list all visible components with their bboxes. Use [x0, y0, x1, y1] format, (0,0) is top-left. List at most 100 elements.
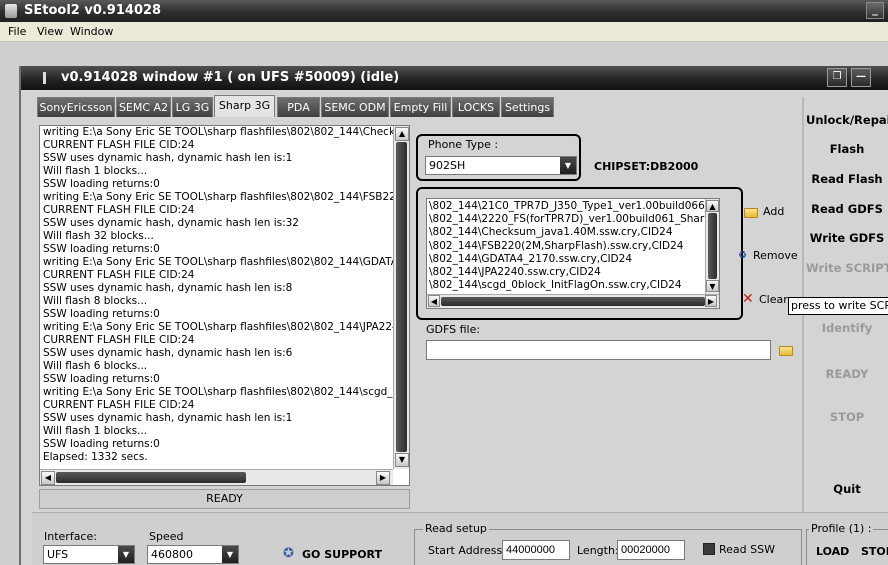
file-list-item: \802_144\FSB220(2M,SharpFlash).ssw.cry,C… [429, 239, 684, 252]
read-flash-button[interactable]: Read Flash [806, 172, 888, 186]
log-hscroll-thumb[interactable] [56, 472, 246, 483]
log-line: SSW uses dynamic hash, dynamic hash len … [43, 217, 299, 229]
tab-sharp-3g[interactable]: Sharp 3G [214, 95, 275, 117]
log-line: writing E:\a Sony Eric SE TOOL\sharp fla… [43, 126, 393, 138]
log-line: writing E:\a Sony Eric SE TOOL\sharp fla… [43, 256, 393, 268]
clear-button[interactable]: Clear [759, 293, 788, 306]
child-minimize-button[interactable]: — [851, 68, 871, 87]
length-label: Length: [577, 544, 619, 557]
tab-settings[interactable]: Settings [501, 97, 554, 117]
chevron-down-icon[interactable]: ▼ [560, 157, 576, 174]
log-line: CURRENT FLASH FILE CID:24 [43, 139, 195, 151]
ready-button[interactable]: READY [806, 367, 888, 381]
interface-select[interactable]: UFS ▼ [43, 545, 135, 564]
read-ssw-checkbox[interactable] [703, 543, 715, 555]
chevron-down-icon[interactable]: ▼ [222, 546, 238, 563]
log-line: SSW loading returns:0 [43, 178, 160, 190]
scroll-up-icon[interactable]: ▲ [706, 200, 719, 212]
read-ssw-label[interactable]: Read SSW [719, 543, 775, 556]
log-line: SSW loading returns:0 [43, 243, 160, 255]
log-line: SSW uses dynamic hash, dynamic hash len … [43, 282, 293, 294]
menu-view[interactable]: View [37, 25, 63, 38]
load-button[interactable]: LOAD [816, 545, 849, 558]
log-line: Will flash 1 blocks... [43, 425, 148, 437]
write-script-button[interactable]: Write SCRIPT [806, 261, 888, 275]
child-title-bar: v0.914028 window #1 ( on UFS #50009) (id… [21, 66, 888, 90]
gdfs-file-input[interactable] [426, 340, 771, 360]
files-vertical-scrollbar[interactable]: ▲ ▼ [705, 199, 719, 294]
add-folder-icon[interactable] [744, 208, 758, 218]
go-support-link[interactable]: GO SUPPORT [302, 548, 382, 561]
speed-label: Speed [149, 530, 184, 543]
log-line: SSW loading returns:0 [43, 373, 160, 385]
child-window-title: v0.914028 window #1 ( on UFS #50009) (id… [61, 70, 400, 85]
restore-button[interactable]: ❐ [827, 68, 847, 87]
grip-icon [43, 72, 46, 84]
interface-value: UFS [47, 548, 69, 561]
app-icon [5, 4, 17, 18]
tab-lg-3g[interactable]: LG 3G [172, 97, 213, 117]
tab-pda[interactable]: PDA [277, 97, 320, 117]
files-horizontal-scrollbar[interactable]: ◀ ▶ [427, 294, 719, 308]
file-list-item: \802_144\GDATA4_2170.ssw.cry,CID24 [429, 252, 633, 265]
speed-select[interactable]: 460800 ▼ [147, 545, 239, 564]
log-line: SSW loading returns:0 [43, 438, 160, 450]
files-list[interactable]: \802_144\21C0_TPR7D_J350_Type1_ver1.00bu… [426, 198, 720, 309]
store-button[interactable]: STORE [861, 545, 888, 558]
stop-button[interactable]: STOP [806, 410, 888, 424]
start-address-input[interactable] [502, 540, 570, 560]
chipset-label: CHIPSET:DB2000 [594, 160, 699, 173]
log-line: writing E:\a Sony Eric SE TOOL\sharp fla… [43, 386, 393, 398]
read-setup-title: Read setup [423, 522, 489, 535]
log-line: CURRENT FLASH FILE CID:24 [43, 204, 195, 216]
log-line: SSW loading returns:0 [43, 308, 160, 320]
read-gdfs-button[interactable]: Read GDFS [806, 202, 888, 216]
phone-type-value: 902SH [429, 159, 466, 172]
log-horizontal-scrollbar[interactable]: ◀ ▶ [40, 469, 393, 485]
log-line: SSW uses dynamic hash, dynamic hash len … [43, 412, 293, 424]
remove-button[interactable]: Remove [753, 249, 798, 262]
identify-button[interactable]: Identify [806, 321, 888, 335]
status-bar: READY [39, 489, 410, 509]
log-line: Will flash 6 blocks... [43, 360, 148, 372]
files-hscroll-thumb[interactable] [441, 297, 705, 306]
remove-icon[interactable]: ♻ [738, 250, 747, 261]
log-line: SSW uses dynamic hash, dynamic hash len … [43, 347, 293, 359]
scroll-left-icon[interactable]: ◀ [428, 295, 440, 307]
chevron-down-icon[interactable]: ▼ [118, 546, 134, 563]
menu-file[interactable]: File [8, 25, 26, 38]
speed-value: 460800 [151, 548, 193, 561]
flash-button[interactable]: Flash [806, 142, 888, 156]
add-button[interactable]: Add [763, 205, 784, 218]
tab-sonyericsson[interactable]: SonyEricsson [37, 97, 115, 117]
file-list-item: \802_144\scgd_0block_InitFlagOn.ssw.cry,… [429, 279, 682, 292]
menu-window[interactable]: Window [70, 25, 113, 38]
tab-empty-fill[interactable]: Empty Fill [390, 97, 451, 117]
tab-semc-odm[interactable]: SEMC ODM [321, 97, 389, 117]
file-list-item: \802_144\JPA2240.ssw.cry,CID24 [429, 266, 601, 279]
log-vertical-scrollbar[interactable]: ▲ ▼ [393, 126, 409, 469]
log-line: CURRENT FLASH FILE CID:24 [43, 269, 195, 281]
gdfs-browse-folder-icon[interactable] [779, 346, 793, 356]
tab-semc-a2[interactable]: SEMC A2 [116, 97, 171, 117]
quit-button[interactable]: Quit [806, 482, 888, 496]
log-vscroll-thumb[interactable] [396, 142, 407, 452]
length-input[interactable] [617, 540, 685, 560]
clear-icon[interactable]: ✕ [742, 291, 754, 307]
write-gdfs-button[interactable]: Write GDFS [806, 231, 888, 245]
phone-type-select[interactable]: 902SH ▼ [425, 156, 577, 175]
tab-locks[interactable]: LOCKS [452, 97, 500, 117]
scroll-right-icon[interactable]: ▶ [705, 295, 717, 307]
files-vscroll-thumb[interactable] [708, 213, 717, 279]
log-line: Will flash 1 blocks... [43, 165, 148, 177]
log-line: Will flash 32 blocks... [43, 230, 154, 242]
app-minimize-button[interactable]: _ [866, 2, 884, 19]
log-line: SSW uses dynamic hash, dynamic hash len … [43, 152, 293, 164]
log-output[interactable]: writing E:\a Sony Eric SE TOOL\sharp fla… [39, 125, 410, 486]
scroll-down-icon[interactable]: ▼ [706, 280, 719, 292]
scroll-up-icon[interactable]: ▲ [395, 127, 409, 141]
scroll-left-icon[interactable]: ◀ [41, 471, 55, 485]
scroll-right-icon[interactable]: ▶ [376, 471, 390, 485]
scroll-down-icon[interactable]: ▼ [395, 453, 409, 467]
unlock-repair-button[interactable]: Unlock/Repair [806, 113, 888, 127]
